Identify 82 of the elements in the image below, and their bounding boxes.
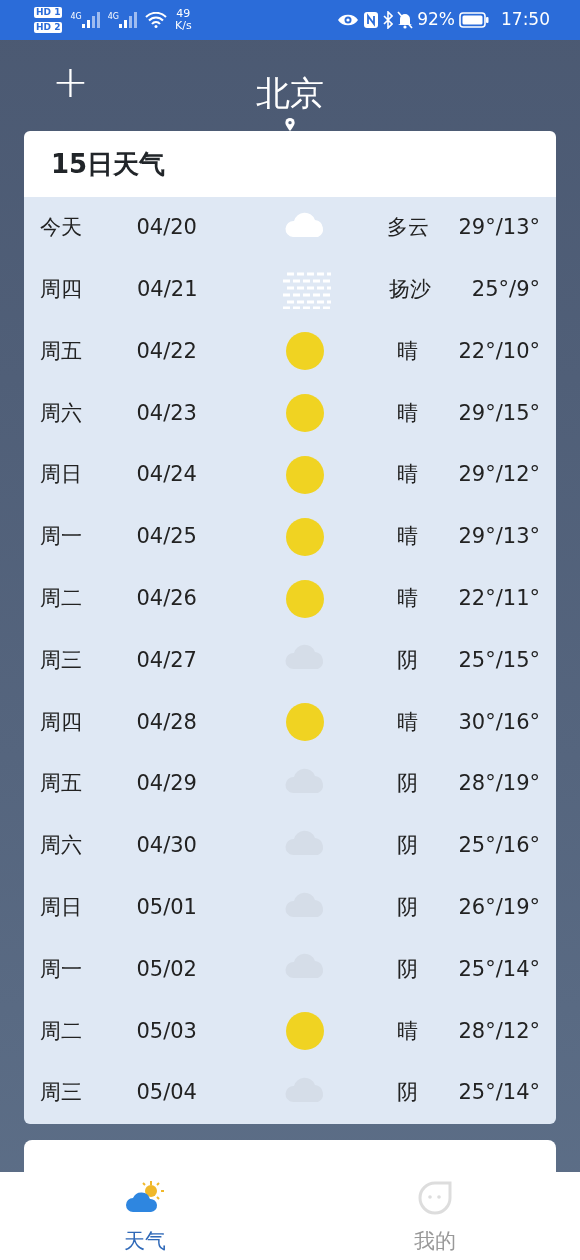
temperature-range: 30°/16° (458, 708, 540, 736)
date-label: 04/30 (136, 832, 198, 860)
condition-label: 晴 (396, 523, 420, 551)
temperature-range: 22°/11° (458, 584, 540, 612)
weekday-label: 周一 (40, 955, 83, 983)
battery-percent: 92% (417, 8, 455, 32)
temperature-range: 28°/12° (458, 1017, 540, 1045)
weekday-label: 周一 (40, 523, 83, 551)
date-label: 04/29 (136, 770, 198, 798)
condition-label: 扬沙 (388, 275, 432, 303)
date-label: 04/24 (136, 461, 198, 489)
date-label: 04/28 (136, 708, 198, 736)
temperature-range: 22°/10° (458, 337, 540, 365)
condition-label: 晴 (396, 337, 420, 365)
battery-icon (459, 12, 489, 28)
city-title: 北京 (256, 76, 324, 110)
temperature-range: 25°/15° (458, 646, 540, 674)
network-speed: 49 K/s (175, 8, 192, 32)
date-label: 04/23 (136, 399, 198, 427)
date-label: 05/03 (136, 1017, 198, 1045)
nav-tab[interactable]: 天气 (0, 1172, 290, 1260)
muted-bell-icon (397, 11, 414, 29)
weekday-label: 今天 (40, 214, 83, 242)
weekday-label: 周五 (40, 770, 83, 798)
weekday-label: 周日 (40, 461, 83, 489)
condition-label: 晴 (396, 461, 420, 489)
condition-label: 阴 (396, 955, 420, 983)
clock-time: 17:50 (501, 8, 550, 32)
temperature-range: 25°/9° (470, 275, 540, 303)
date-label: 04/27 (136, 646, 198, 674)
temperature-range: 26°/19° (458, 893, 540, 921)
card-title: 15日天气 (51, 147, 166, 181)
condition-label: 阴 (396, 770, 420, 798)
condition-label: 晴 (396, 584, 420, 612)
weekday-label: 周三 (40, 646, 83, 674)
condition-label: 阴 (396, 646, 420, 674)
temperature-range: 29°/13° (458, 214, 540, 242)
weekday-label: 周二 (40, 1017, 83, 1045)
condition-label: 多云 (385, 214, 430, 242)
network-type: 4G (107, 12, 119, 21)
nav-tab[interactable]: 我的 (290, 1172, 580, 1260)
weekday-label: 周五 (40, 337, 83, 365)
date-label: 05/04 (136, 1079, 198, 1107)
network-type: 4G (70, 12, 82, 21)
weekday-label: 周日 (40, 893, 83, 921)
date-label: 04/21 (137, 275, 199, 303)
temperature-range: 29°/15° (458, 399, 540, 427)
date-label: 04/20 (136, 214, 198, 242)
weekday-label: 周六 (40, 399, 83, 427)
temperature-range: 25°/14° (458, 955, 540, 983)
date-label: 04/25 (136, 523, 198, 551)
nfc-icon (363, 11, 380, 29)
signal-icon (119, 12, 137, 28)
wifi-icon (145, 12, 167, 28)
temperature-range: 28°/19° (458, 770, 540, 798)
date-label: 05/02 (136, 955, 198, 983)
weekday-label: 周三 (40, 1079, 83, 1107)
eye-icon (337, 13, 360, 27)
weekday-label: 周二 (40, 584, 83, 612)
add-button[interactable]: + (52, 60, 89, 104)
condition-label: 阴 (396, 1079, 420, 1107)
temperature-range: 25°/16° (458, 832, 540, 860)
sim-label: HD 1 (34, 7, 63, 18)
date-label: 04/22 (136, 337, 198, 365)
signal-icon (81, 12, 100, 28)
dust-icon (283, 270, 331, 309)
chat-face-icon (417, 1180, 453, 1216)
condition-label: 晴 (396, 708, 420, 736)
condition-label: 晴 (396, 399, 420, 427)
condition-label: 晴 (396, 1017, 420, 1045)
weekday-label: 周四 (40, 708, 83, 736)
bluetooth-icon (383, 11, 394, 29)
temperature-range: 29°/12° (458, 461, 540, 489)
date-label: 05/01 (136, 893, 198, 921)
condition-label: 阴 (396, 893, 420, 921)
date-label: 04/26 (136, 584, 198, 612)
weekday-label: 周六 (40, 832, 83, 860)
condition-label: 阴 (396, 832, 420, 860)
weekday-label: 周四 (40, 275, 83, 303)
temperature-range: 25°/14° (458, 1079, 540, 1107)
sim-label: HD 2 (34, 22, 63, 33)
temperature-range: 29°/13° (458, 523, 540, 551)
